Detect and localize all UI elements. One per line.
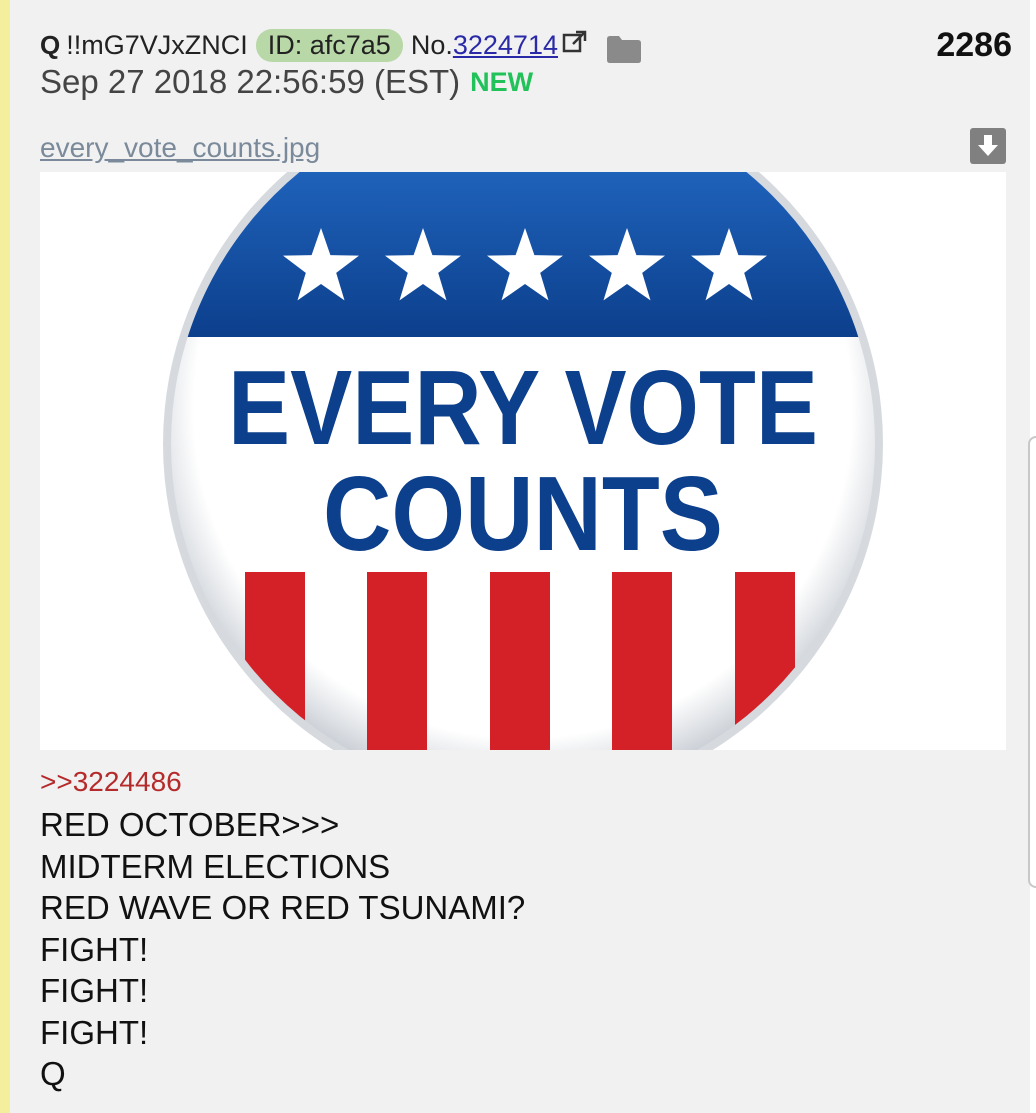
download-icon[interactable] [970, 128, 1006, 164]
tripcode: !!mG7VJxZNCI [66, 29, 248, 60]
external-link-icon[interactable] [562, 29, 588, 55]
post-timestamp: Sep 27 2018 22:56:59 (EST) [40, 63, 461, 100]
post-body: >>3224486 RED OCTOBER>>> MIDTERM ELECTIO… [40, 762, 1000, 1095]
post-timestamp-line: Sep 27 2018 22:56:59 (EST) NEW [40, 60, 533, 104]
image-text-line2: COUNTS [323, 455, 723, 573]
scrollbar[interactable] [1028, 436, 1036, 888]
body-line: MIDTERM ELECTIONS [40, 847, 391, 885]
post-container: Q !!mG7VJxZNCI ID: afc7a5 No. 3224714 22… [0, 0, 1030, 1113]
post-number-label: No. [410, 29, 453, 60]
body-line: RED WAVE OR RED TSUNAMI? [40, 889, 526, 926]
post-header: Q !!mG7VJxZNCI ID: afc7a5 No. 3224714 22… [40, 24, 1030, 104]
file-info-row: every_vote_counts.jpg [40, 128, 1006, 170]
poster-name: Q [40, 29, 61, 60]
folder-icon[interactable] [606, 34, 642, 64]
body-line: FIGHT! [40, 972, 149, 1009]
file-name-link[interactable]: every_vote_counts.jpg [40, 132, 320, 164]
body-line: FIGHT! [40, 930, 149, 968]
poster-id-badge[interactable]: ID: afc7a5 [255, 28, 403, 62]
body-line: Q [40, 1055, 66, 1092]
post-number-link[interactable]: 3224714 [453, 30, 558, 61]
new-badge: NEW [470, 66, 534, 97]
body-line: FIGHT! [40, 1013, 149, 1051]
attached-image[interactable]: EVERY VOTE COUNTS [40, 172, 1006, 750]
image-text-line1: EVERY VOTE [228, 349, 818, 467]
body-line: RED OCTOBER>>> [40, 806, 340, 843]
reply-count: 2286 [936, 26, 1012, 64]
quote-link[interactable]: >>3224486 [40, 762, 1000, 802]
